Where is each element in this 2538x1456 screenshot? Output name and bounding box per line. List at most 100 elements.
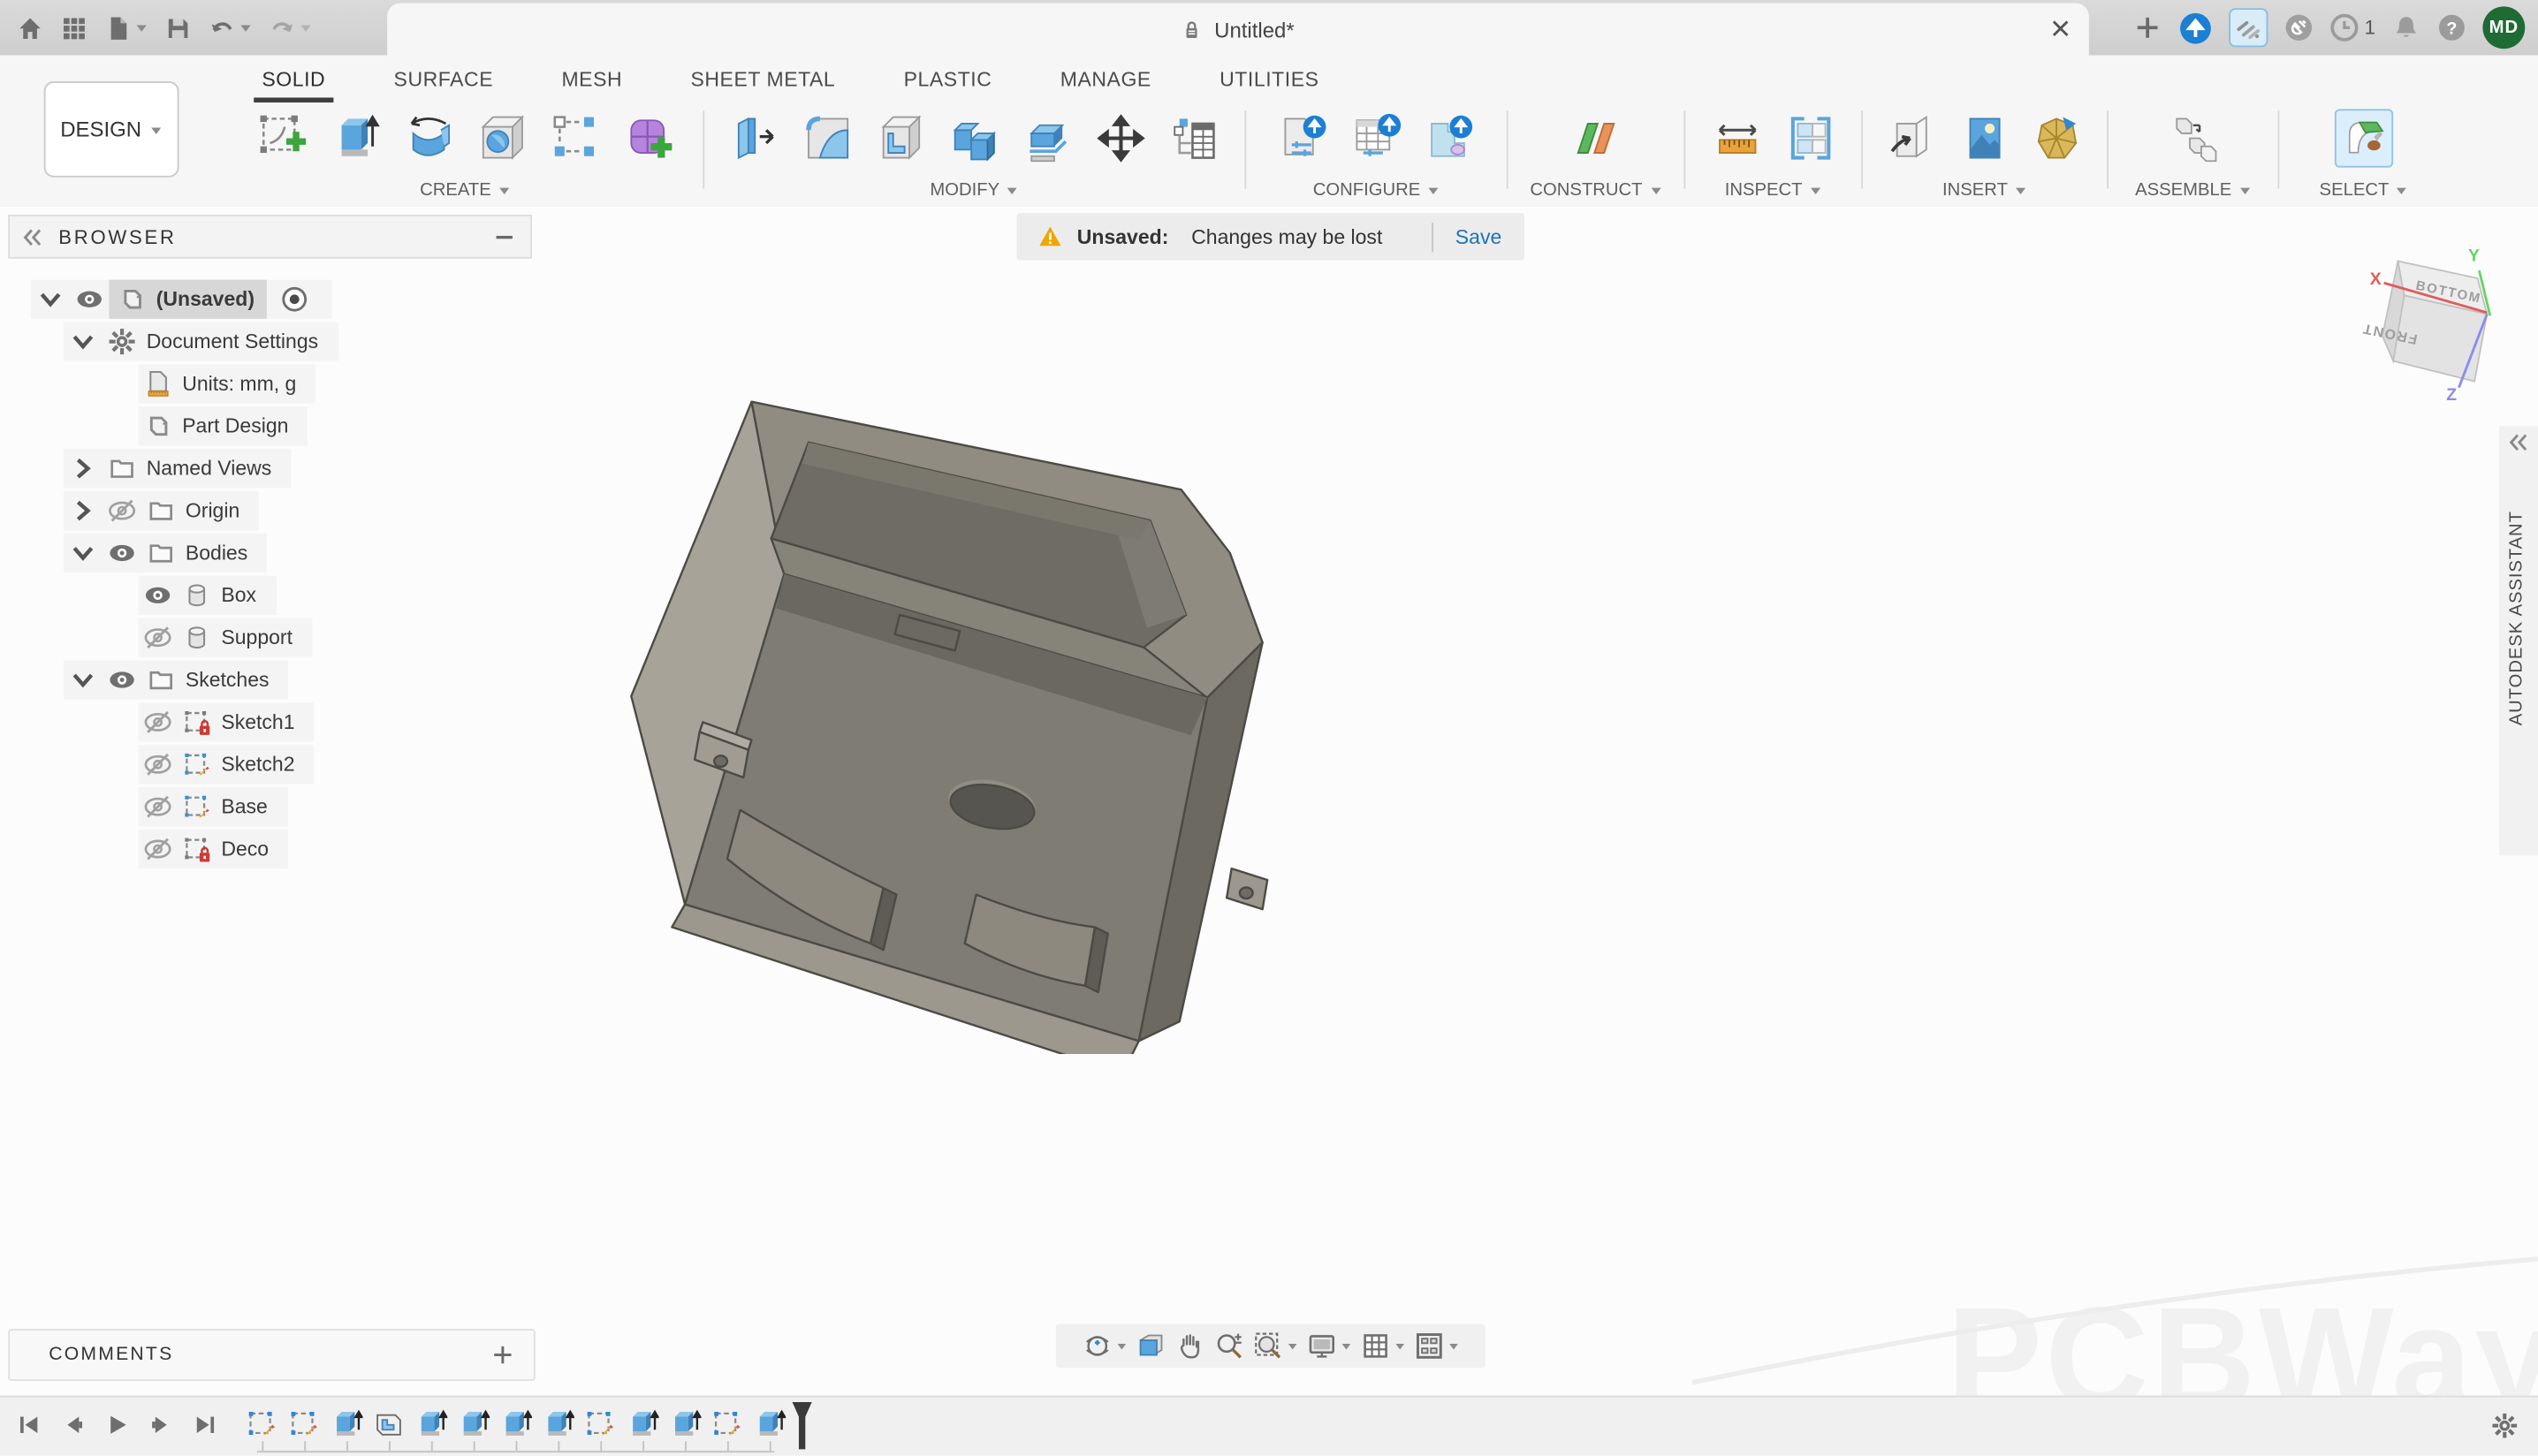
tree-row-surface[interactable]: Base — [138, 787, 286, 826]
select-tool-button[interactable] — [2335, 109, 2393, 167]
timeline-feature-sketch-2[interactable] — [283, 1406, 325, 1442]
assistant-toggle-button[interactable] — [2230, 8, 2268, 47]
tree-row-surface[interactable]: Sketches — [64, 660, 289, 699]
tree-row-surface[interactable]: Support — [138, 618, 312, 657]
section-analysis-button[interactable] — [1782, 110, 1838, 166]
timeline-feature-extrude-8[interactable] — [537, 1406, 580, 1442]
visibility-toggle-icon[interactable] — [138, 792, 177, 822]
undo-button[interactable] — [209, 14, 253, 42]
comments-panel[interactable]: COMMENTS — [8, 1329, 535, 1381]
orbit-button[interactable] — [1082, 1331, 1128, 1361]
visibility-toggle-icon[interactable] — [103, 538, 141, 567]
tab-manage[interactable]: MANAGE — [1026, 58, 1185, 101]
caret-icon[interactable] — [300, 21, 313, 34]
visibility-toggle-icon[interactable] — [70, 284, 109, 314]
caret-icon[interactable] — [1394, 1340, 1406, 1352]
configure-part-button[interactable] — [1422, 110, 1478, 166]
group-label-insert[interactable]: INSERT — [1942, 176, 2027, 205]
pan-button[interactable] — [1174, 1331, 1205, 1361]
tree-row-surface[interactable]: Named Views — [64, 449, 292, 488]
visibility-toggle-icon[interactable] — [138, 708, 177, 737]
tab-sheet-metal[interactable]: SHEET METAL — [657, 58, 870, 101]
timeline-feature-extrude-6[interactable] — [452, 1406, 495, 1442]
close-icon[interactable] — [2048, 16, 2073, 41]
configure-table-button[interactable] — [1349, 110, 1404, 166]
tree-row-surface[interactable]: Origin — [64, 491, 260, 530]
revolve-button[interactable] — [401, 110, 457, 166]
tab-solid[interactable]: SOLID — [228, 58, 360, 101]
assistant-toggle[interactable] — [2230, 8, 2268, 47]
timeline-feature-extrude-11[interactable] — [664, 1406, 706, 1442]
tab-plastic[interactable]: PLASTIC — [870, 58, 1026, 101]
extensions-plug-button[interactable] — [2284, 13, 2314, 42]
save-button[interactable] — [164, 14, 192, 42]
display-settings-button[interactable] — [1306, 1331, 1352, 1361]
avatar-button[interactable]: MD — [2482, 6, 2525, 49]
model-canvas[interactable]: PCBWay — [0, 207, 2538, 1396]
avatar[interactable]: MD — [2482, 6, 2525, 49]
canvas-insert-button[interactable] — [1957, 110, 2013, 166]
construct-plane-button[interactable] — [1569, 110, 1624, 166]
move-button[interactable] — [1093, 110, 1149, 166]
press-pull-button[interactable] — [727, 110, 783, 166]
visibility-toggle-icon[interactable] — [138, 750, 177, 779]
viewports-button[interactable] — [1414, 1331, 1460, 1361]
chevron-down-icon[interactable] — [64, 538, 103, 567]
timeline-playhead[interactable] — [791, 1400, 814, 1451]
form-button[interactable] — [620, 110, 676, 166]
tree-row-surface[interactable]: Box — [138, 576, 276, 615]
visibility-toggle-icon[interactable] — [103, 665, 141, 694]
chevron-right-icon[interactable] — [64, 454, 103, 483]
look-at-button[interactable] — [1136, 1331, 1166, 1361]
chevron-down-icon[interactable] — [31, 284, 70, 314]
visibility-toggle-icon[interactable] — [103, 497, 141, 526]
help-button[interactable]: ? — [2437, 13, 2466, 42]
timeline-feature-extrude-5[interactable] — [410, 1406, 452, 1442]
caret-icon[interactable] — [1341, 1340, 1352, 1352]
group-label-construct[interactable]: CONSTRUCT — [1530, 176, 1661, 205]
redo-button[interactable] — [269, 14, 313, 42]
app-grid-button[interactable] — [60, 14, 87, 42]
notifications-bell-button[interactable] — [2391, 13, 2420, 42]
new-tab-plus-button[interactable] — [2133, 13, 2162, 42]
add-comment-icon[interactable] — [491, 1344, 514, 1367]
caret-icon[interactable] — [1287, 1340, 1298, 1352]
collapse-assistant-icon[interactable] — [2509, 433, 2528, 452]
tree-row-surface[interactable]: Sketch2 — [138, 745, 314, 784]
offset-face-button[interactable] — [1020, 110, 1075, 166]
timeline-feature-shell-4[interactable] — [368, 1406, 410, 1442]
chevron-down-icon[interactable] — [64, 665, 103, 694]
skip-start-button[interactable] — [16, 1412, 42, 1437]
group-label-modify[interactable]: MODIFY — [930, 176, 1019, 205]
chevron-down-icon[interactable] — [64, 327, 103, 356]
upload-button[interactable] — [2179, 11, 2214, 45]
step-back-button[interactable] — [60, 1412, 86, 1437]
tree-row-surface[interactable]: (Unsaved) — [31, 280, 332, 319]
tree-row-surface[interactable]: Part Design — [138, 406, 308, 445]
measure-button[interactable] — [1709, 110, 1765, 166]
timeline-feature-sketch-1[interactable] — [240, 1406, 283, 1442]
derive-button[interactable] — [1884, 110, 1940, 166]
job-status-clock-button[interactable]: 1 — [2330, 13, 2375, 42]
model-body-box[interactable] — [627, 371, 1310, 1054]
tree-row-surface[interactable]: Sketch1 — [138, 702, 314, 741]
insert-mesh-button[interactable] — [2031, 110, 2086, 166]
timeline-feature-extrude-3[interactable] — [325, 1406, 368, 1442]
tree-row-surface[interactable]: Units: mm, g — [138, 364, 315, 403]
gear-icon[interactable] — [2491, 1412, 2519, 1439]
radio-target-icon[interactable] — [277, 284, 314, 314]
group-label-inspect[interactable]: INSPECT — [1725, 176, 1822, 205]
visibility-toggle-icon[interactable] — [138, 834, 177, 863]
timeline-feature-sketch-12[interactable] — [706, 1406, 748, 1442]
group-label-select[interactable]: SELECT — [2320, 176, 2409, 205]
create-sketch-button[interactable] — [255, 110, 310, 166]
play-button[interactable] — [104, 1412, 130, 1437]
chevron-right-icon[interactable] — [64, 497, 103, 526]
caret-icon[interactable] — [239, 21, 253, 34]
group-label-create[interactable]: CREATE — [420, 176, 511, 205]
save-link[interactable]: Save — [1455, 225, 1501, 248]
parameters-button[interactable] — [1166, 110, 1222, 166]
shell-button[interactable] — [874, 110, 930, 166]
step-forward-button[interactable] — [148, 1412, 174, 1437]
group-label-assemble[interactable]: ASSEMBLE — [2135, 176, 2251, 205]
